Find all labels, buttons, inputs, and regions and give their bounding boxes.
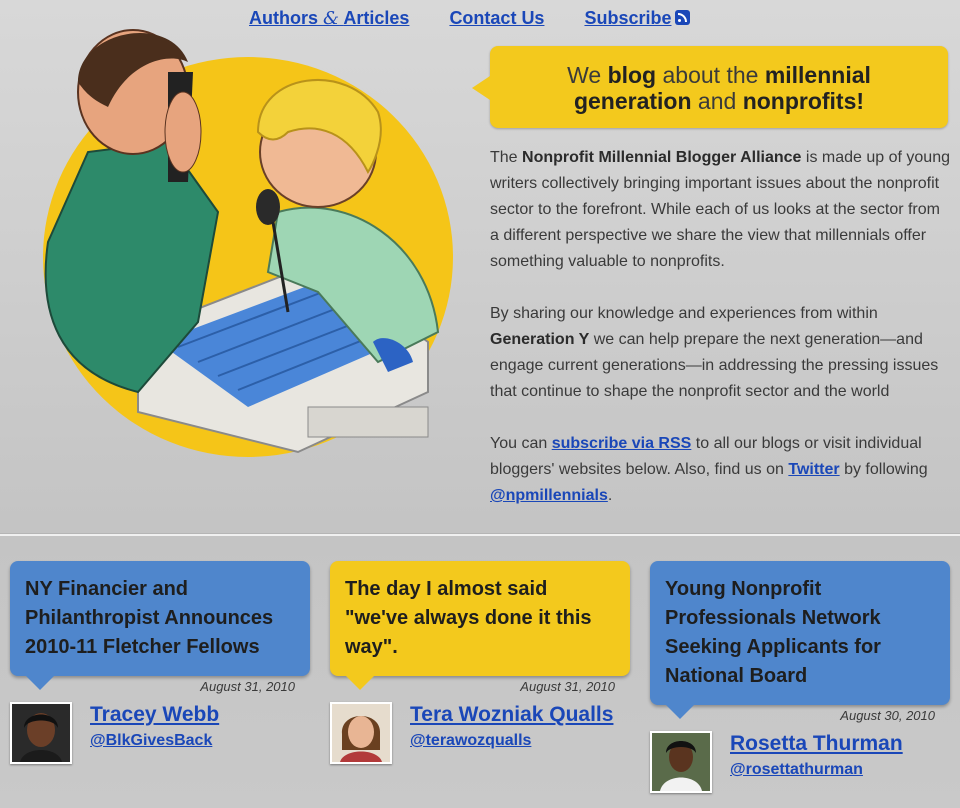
intro-paragraph-3: You can subscribe via RSS to all our blo… [490,431,950,509]
post-date: August 31, 2010 [520,679,615,694]
author-handle-link[interactable]: @terawozqualls [410,732,531,750]
tagline-nonprofits: nonprofits! [742,88,865,114]
intro-p1-rest: is made up of young writers collectively… [490,149,950,270]
intro-p2-start: By sharing our knowledge and experiences… [490,305,878,322]
section-divider [0,533,960,536]
author-name-link[interactable]: Rosetta Thurman [730,732,903,756]
tagline-generation: generation [573,88,692,114]
avatar[interactable] [10,702,72,764]
tagline-bubble: We blog about the millennial generation … [472,46,948,128]
tagline-blog: blog [607,62,657,88]
author-handle-link[interactable]: @BlkGivesBack [90,732,212,750]
intro-p3-end: . [607,487,613,504]
post-author: Tracey Webb @BlkGivesBack [10,702,310,764]
post-author: Tera Wozniak Qualls @terawozqualls [330,702,630,764]
intro-p1-the: The [490,149,518,166]
avatar-icon [652,733,710,791]
nav-contact-us[interactable]: Contact Us [449,8,544,34]
avatar[interactable] [330,702,392,764]
post-title-link[interactable]: The day I almost said "we've always done… [330,561,630,690]
avatar-icon [12,704,70,762]
avatar[interactable] [650,731,712,793]
rss-icon[interactable] [675,10,691,25]
post-date: August 30, 2010 [840,708,935,723]
author-name-link[interactable]: Tera Wozniak Qualls [410,703,613,727]
post-date: August 31, 2010 [200,679,295,694]
tagline-and: and [697,88,737,114]
tagline-we: We [567,62,602,88]
post-card: The day I almost said "we've always done… [330,561,630,764]
intro-paragraph-1: The Nonprofit Millennial Blogger Allianc… [490,145,950,275]
hero-illustration-icon [43,29,453,457]
intro-paragraph-2: By sharing our knowledge and experiences… [490,301,950,405]
post-title-link[interactable]: Young Nonprofit Professionals Network Se… [650,561,950,719]
post-card: NY Financier and Philanthropist Announce… [10,561,310,764]
intro-p3-a: You can [490,435,548,452]
hero-illustration [18,12,458,462]
post-author: Rosetta Thurman @rosettathurman [650,731,950,793]
nav-subscribe-label: Subscribe [584,8,672,28]
author-name-link[interactable]: Tracey Webb [90,703,219,727]
intro-p2-generation-y: Generation Y [490,331,590,348]
tagline-millennial: millennial [764,62,871,88]
post-title-link[interactable]: NY Financier and Philanthropist Announce… [10,561,310,690]
twitter-link[interactable]: Twitter [788,461,839,478]
intro-p1-org-name: Nonprofit Millennial Blogger Alliance [522,149,802,166]
intro-p3-c: by following [844,461,928,478]
subscribe-rss-link[interactable]: subscribe via RSS [552,435,692,452]
nav-subscribe[interactable]: Subscribe [584,8,691,34]
intro-text: The Nonprofit Millennial Blogger Allianc… [490,145,950,535]
tagline-about-the: about the [662,62,759,88]
post-card: Young Nonprofit Professionals Network Se… [650,561,950,793]
avatar-icon [332,704,390,762]
author-handle-link[interactable]: @rosettathurman [730,761,863,779]
npmillennials-link[interactable]: @npmillennials [490,487,608,504]
